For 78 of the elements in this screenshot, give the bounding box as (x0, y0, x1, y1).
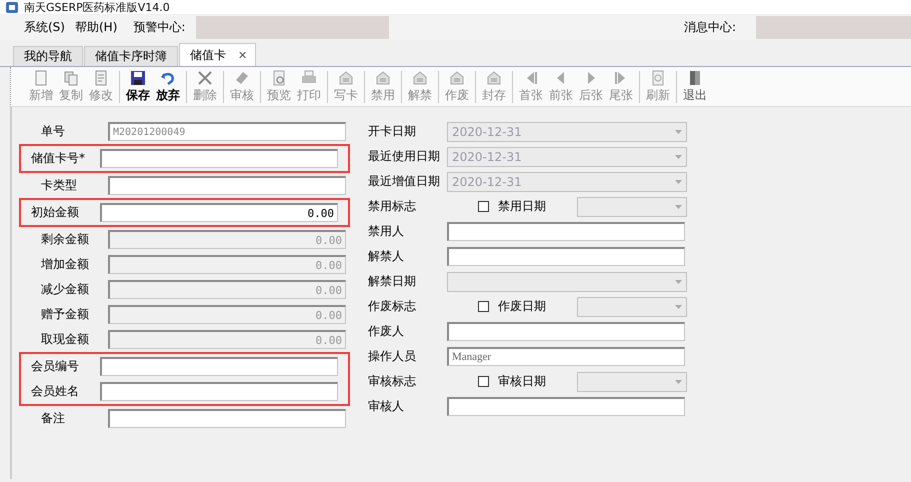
copy-icon (63, 70, 79, 86)
field-label: 审核标志 (368, 373, 417, 390)
field-label: 初始金额 (30, 204, 80, 221)
field-label: 作废日期 (498, 298, 547, 315)
field-label: 作废人 (368, 323, 405, 340)
dropdown-arrow-icon (675, 180, 682, 184)
field-label: 赠予金额 (40, 306, 90, 323)
amount-field[interactable]: 0.00 (100, 203, 338, 222)
amount-field[interactable]: 0.00 (108, 305, 346, 324)
tab[interactable]: 我的导航 (13, 46, 83, 66)
document-icon (33, 70, 49, 86)
field-label: 取现金额 (40, 331, 90, 348)
dropdown-arrow-icon (675, 130, 682, 134)
save-icon (130, 70, 146, 86)
field-label: 增加金额 (40, 256, 90, 273)
toolbar-button[interactable]: 放弃 (153, 70, 183, 104)
field-label: 卡类型 (40, 177, 78, 194)
input-field[interactable] (447, 222, 685, 241)
exit-icon (687, 70, 703, 86)
field-label: 单号 (40, 123, 66, 140)
window-title: 南天GSERP医药标准版V14.0 (24, 0, 170, 14)
menu-item[interactable]: 帮助(H) (74, 19, 128, 36)
field-label: 解禁日期 (368, 273, 417, 290)
field-label: 禁用日期 (498, 198, 547, 215)
field-label: 储值卡号* (30, 150, 86, 167)
preview-icon (271, 70, 287, 86)
field-label: 操作人员 (368, 348, 417, 365)
date-dropdown[interactable]: 2020-12-31 (447, 122, 687, 142)
dropdown-arrow-icon (675, 380, 682, 384)
edit-icon (93, 70, 109, 86)
amount-field[interactable]: 0.00 (108, 255, 346, 274)
field-label: 会员编号 (30, 358, 80, 375)
field-label: 减少金额 (40, 281, 90, 298)
field-label: 最近使用日期 (368, 148, 441, 165)
amount-field[interactable]: 0.00 (108, 280, 346, 299)
tab[interactable]: 储值卡序时簿 (84, 46, 178, 66)
field-label: 审核人 (368, 398, 405, 415)
refresh-icon (650, 70, 666, 86)
date-dropdown[interactable]: 2020-12-31 (447, 146, 687, 166)
input-field[interactable] (100, 382, 338, 401)
alert-center-label: 预警中心: (133, 19, 186, 36)
delete-icon (197, 70, 213, 86)
input-field[interactable] (447, 247, 685, 266)
checkbox[interactable] (478, 376, 489, 387)
field-label: 剩余金额 (40, 231, 90, 248)
input-field[interactable]: Manager (447, 347, 685, 366)
menu-item[interactable]: 系统(S) (0, 19, 75, 36)
checkbox[interactable] (478, 301, 489, 312)
amount-field[interactable]: 0.00 (108, 330, 346, 349)
dropdown-arrow-icon (675, 204, 682, 208)
dropdown-arrow-icon (675, 280, 682, 284)
toolbar-button[interactable]: 退出 (680, 70, 710, 104)
field-label: 会员姓名 (30, 383, 80, 400)
field-label: 开卡日期 (368, 123, 417, 140)
input-field[interactable] (447, 322, 685, 341)
checkbox[interactable] (478, 201, 489, 212)
toolbar-button[interactable]: 保存 (123, 70, 153, 104)
field-label: 禁用标志 (368, 198, 417, 215)
input-field[interactable] (100, 149, 338, 168)
tab[interactable]: 储值卡 ✕ (179, 43, 256, 66)
input-field[interactable] (108, 176, 346, 195)
amount-field[interactable]: 0.00 (108, 230, 346, 249)
dropdown-arrow-icon (675, 304, 682, 308)
field-label: 备注 (40, 410, 66, 427)
field-label: 作废标志 (368, 298, 417, 315)
field-label: 最近增值日期 (368, 173, 441, 190)
input-field[interactable]: M20201200049 (108, 122, 346, 141)
input-field[interactable] (108, 409, 346, 428)
field-label: 禁用人 (368, 223, 405, 240)
close-icon[interactable]: ✕ (238, 48, 248, 62)
printer-icon (301, 70, 317, 86)
message-center-label: 消息中心: (684, 19, 736, 36)
input-field[interactable] (100, 357, 338, 376)
field-label: 解禁人 (368, 248, 405, 265)
input-field[interactable] (447, 397, 685, 416)
date-dropdown[interactable]: 2020-12-31 (447, 172, 687, 192)
field-label: 审核日期 (498, 373, 547, 390)
dropdown-arrow-icon (675, 154, 682, 158)
